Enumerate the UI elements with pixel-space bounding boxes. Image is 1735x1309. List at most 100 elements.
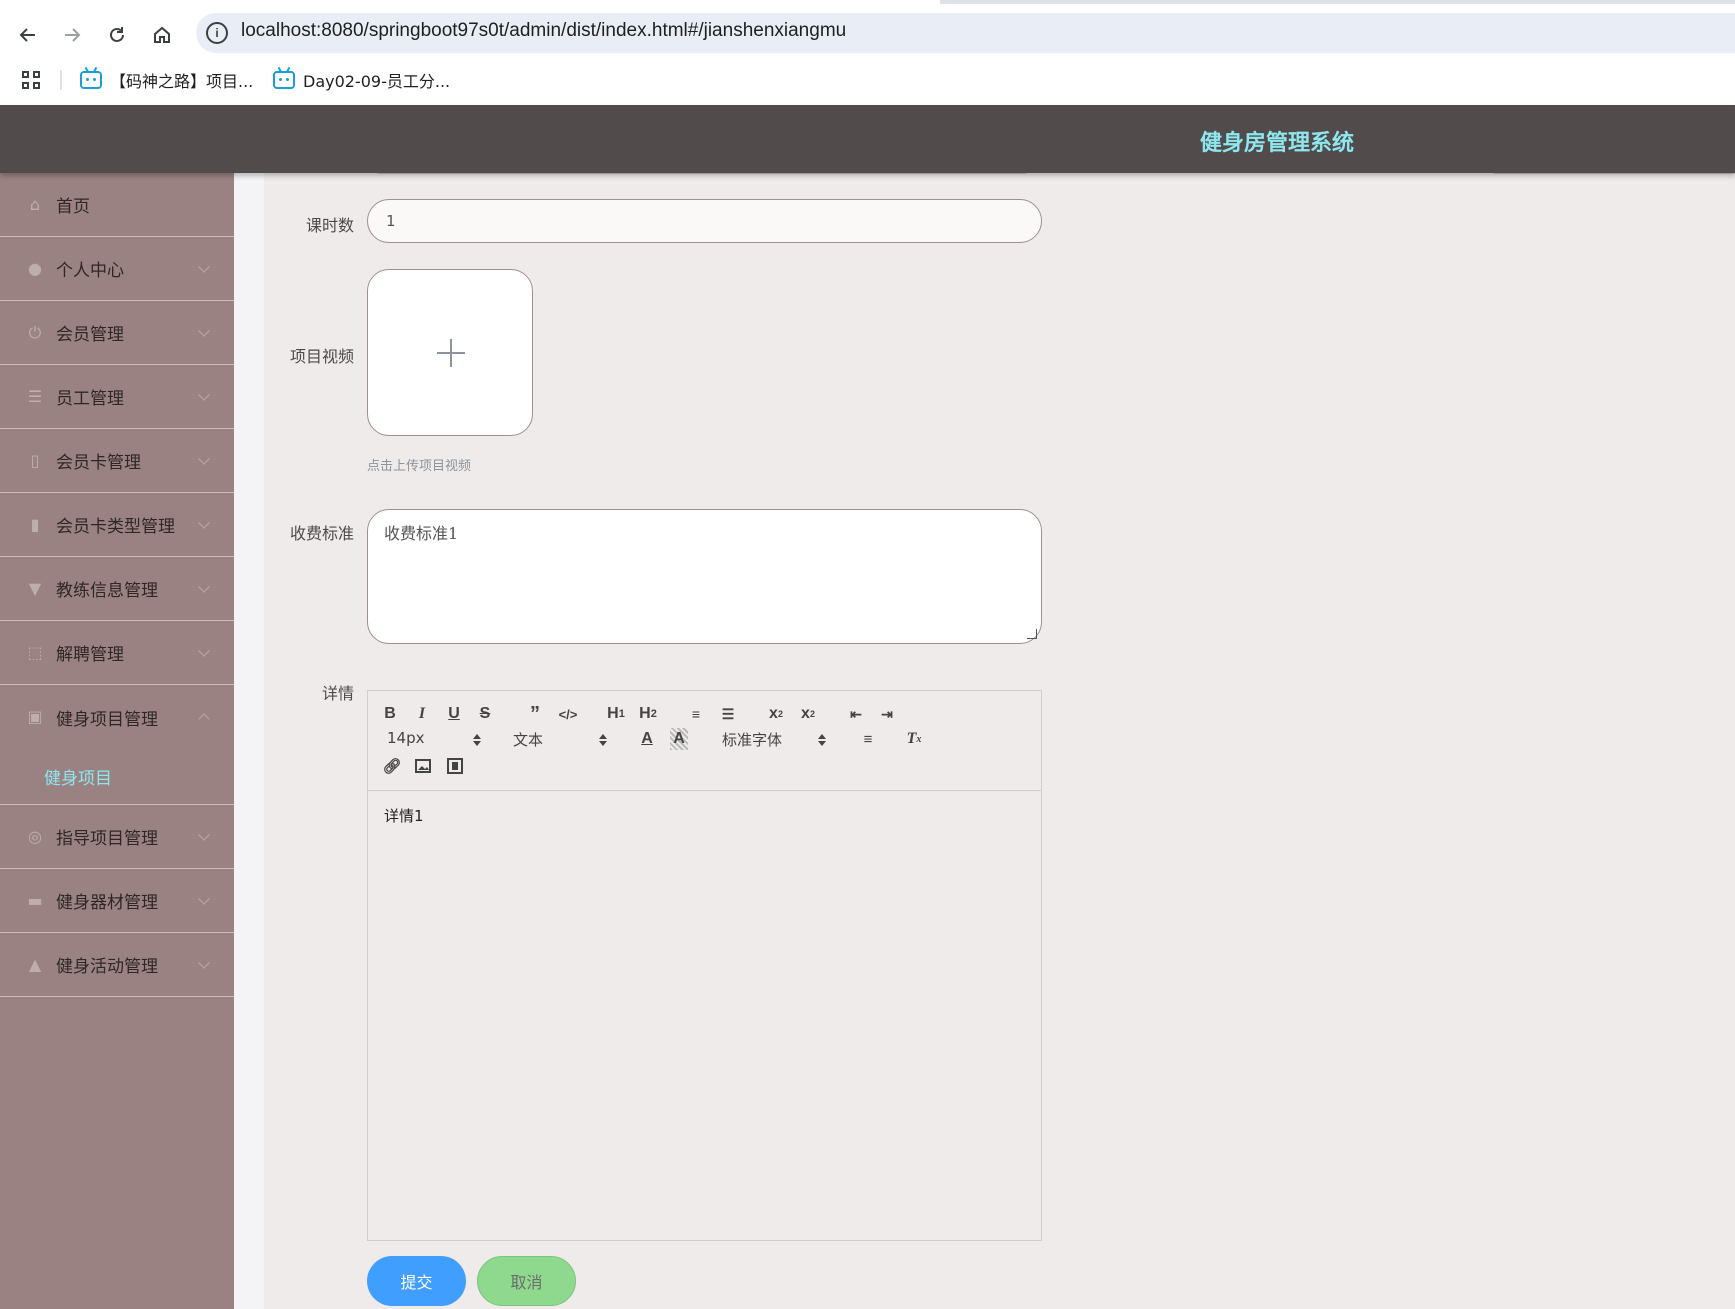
class-hours-input[interactable]: 1 — [367, 199, 1042, 243]
chevron-down-icon — [198, 453, 210, 465]
list-icon: ☰ — [27, 386, 43, 406]
details-label: 详情 — [321, 684, 354, 703]
editor-content[interactable]: 详情1 — [384, 805, 424, 826]
bilibili-tv-icon — [273, 71, 295, 89]
active-tab[interactable] — [0, 0, 940, 4]
video-icon[interactable] — [446, 755, 464, 777]
sidebar-item-member-cards[interactable]: ▯ 会员卡管理 — [0, 429, 234, 493]
sidebar-item-label: 健身项目管理 — [56, 709, 158, 730]
image-icon[interactable] — [414, 755, 432, 777]
fee-textarea[interactable]: 收费标准1 — [367, 509, 1042, 644]
sidebar-item-dismissals[interactable]: ⬚ 解聘管理 — [0, 621, 234, 685]
sidebar-item-guidance-projects[interactable]: ◎ 指导项目管理 — [0, 805, 234, 869]
ticket-icon: ▬ — [27, 890, 43, 910]
bookmark-item[interactable]: 【码神之路】项目... — [80, 68, 253, 92]
sidebar-item-personal-center[interactable]: ● 个人中心 — [0, 237, 234, 301]
sidebar-item-fitness-projects[interactable]: ▣ 健身项目管理 — [0, 685, 234, 749]
subscript-icon[interactable]: x2 — [766, 703, 786, 725]
blockquote-icon[interactable]: ” — [526, 703, 544, 725]
bookmarks-bar: 【码神之路】项目... Day02-09-员工分... — [0, 62, 1735, 100]
superscript-icon[interactable]: x2 — [798, 703, 818, 725]
forward-button[interactable] — [57, 20, 87, 50]
frame-icon: ⬚ — [27, 642, 43, 662]
user-icon: ● — [28, 258, 42, 278]
compass-icon: ◎ — [28, 826, 42, 846]
bilibili-tv-icon — [80, 71, 102, 89]
font-size-picker[interactable]: 14px — [387, 729, 425, 747]
link-icon[interactable]: 🔗︎ — [382, 755, 402, 777]
home-icon: ⌂ — [29, 194, 41, 214]
rich-text-editor: B I U S ” </> H1 H2 ≡ ☰ x2 x2 ⇤ ⇥ 14px 文… — [367, 690, 1042, 1241]
sidebar-item-label: 会员卡类型管理 — [56, 517, 175, 537]
video-upload-box[interactable] — [367, 269, 533, 436]
app-title: 健身房管理系统 — [1200, 131, 1355, 156]
bullet-list-icon[interactable]: ☰ — [718, 703, 738, 725]
editor-toolbar: B I U S ” </> H1 H2 ≡ ☰ x2 x2 ⇤ ⇥ 14px 文… — [368, 691, 1041, 791]
sidebar-item-label: 教练信息管理 — [56, 581, 158, 601]
apps-grid-icon[interactable] — [22, 71, 42, 91]
sidebar-item-label: 首页 — [56, 197, 90, 217]
sidebar-item-equipment[interactable]: ▬ 健身器材管理 — [0, 869, 234, 933]
content-gutter — [234, 173, 264, 1309]
power-icon: ⏻ — [28, 322, 42, 342]
sidebar-item-coaches[interactable]: ▼ 教练信息管理 — [0, 557, 234, 621]
chevron-up-icon — [198, 713, 210, 725]
chevron-down-icon — [198, 581, 210, 593]
chart-icon: ▮ — [30, 514, 40, 534]
sidebar: ⌂ 首页 ● 个人中心 ⏻ 会员管理 ☰ 员工管理 ▯ 会员卡管理 ▮ 会员卡类… — [0, 173, 234, 1309]
header-picker[interactable]: 文本 — [513, 729, 543, 750]
code-block-icon[interactable]: </> — [558, 703, 578, 725]
plus-icon — [437, 339, 465, 367]
reload-button[interactable] — [102, 20, 132, 50]
sidebar-item-staff[interactable]: ☰ 员工管理 — [0, 365, 234, 429]
video-upload-tip: 点击上传项目视频 — [367, 459, 472, 474]
chevron-down-icon — [198, 325, 210, 337]
indent-icon[interactable]: ⇥ — [877, 703, 897, 725]
sidebar-item-home[interactable]: ⌂ 首页 — [0, 173, 234, 237]
text-color-icon[interactable]: A — [639, 728, 655, 750]
site-info-icon[interactable]: i — [206, 22, 228, 44]
align-left-icon[interactable]: ≡ — [858, 728, 878, 750]
sidebar-item-label: 个人中心 — [56, 261, 124, 281]
background-color-icon[interactable]: A — [670, 728, 688, 750]
cancel-button[interactable]: 取消 — [477, 1256, 576, 1306]
bookmark-label: 【码神之路】项目... — [110, 72, 254, 91]
clipboard-icon: ▣ — [27, 707, 43, 726]
header-2-icon[interactable]: H2 — [637, 703, 659, 725]
url-text[interactable]: localhost:8080/springboot97s0t/admin/dis… — [241, 20, 846, 42]
sidebar-item-activities[interactable]: ▲ 健身活动管理 — [0, 933, 234, 997]
font-family-dropdown-icon[interactable] — [818, 733, 826, 747]
bookmark-item[interactable]: Day02-09-员工分... — [273, 68, 450, 92]
home-button[interactable] — [147, 20, 177, 50]
pin-icon: ▼ — [28, 578, 42, 598]
strikethrough-icon[interactable]: S — [477, 703, 493, 725]
video-label: 项目视频 — [289, 347, 354, 366]
chevron-down-icon — [198, 957, 210, 969]
chevron-down-icon — [198, 389, 210, 401]
header-1-icon[interactable]: H1 — [605, 703, 627, 725]
italic-icon[interactable]: I — [414, 703, 430, 725]
resize-handle-icon[interactable] — [1027, 629, 1037, 639]
sidebar-item-members[interactable]: ⏻ 会员管理 — [0, 301, 234, 365]
chevron-down-icon — [198, 261, 210, 273]
bookmark-label: Day02-09-员工分... — [303, 72, 451, 91]
back-button[interactable] — [13, 20, 43, 50]
back-arrow-icon — [19, 28, 35, 42]
font-size-dropdown-icon[interactable] — [473, 733, 481, 747]
chevron-down-icon — [198, 893, 210, 905]
clear-format-icon[interactable]: Tx — [905, 728, 923, 750]
forward-arrow-icon — [65, 28, 81, 42]
font-family-picker[interactable]: 标准字体 — [722, 729, 782, 750]
outdent-icon[interactable]: ⇤ — [846, 703, 866, 725]
submit-button[interactable]: 提交 — [367, 1256, 466, 1306]
ordered-list-icon[interactable]: ≡ — [686, 703, 706, 725]
sidebar-item-label: 解聘管理 — [56, 645, 124, 665]
bold-icon[interactable]: B — [382, 703, 398, 725]
underline-icon[interactable]: U — [446, 703, 462, 725]
fee-text: 收费标准1 — [384, 524, 459, 543]
submenu-item-fitness-project[interactable]: 健身项目 — [0, 749, 234, 805]
header-dropdown-icon[interactable] — [599, 733, 607, 747]
sidebar-item-card-types[interactable]: ▮ 会员卡类型管理 — [0, 493, 234, 557]
app-header: 健身房管理系统 — [0, 105, 1735, 173]
bookmarks-separator — [60, 70, 62, 90]
